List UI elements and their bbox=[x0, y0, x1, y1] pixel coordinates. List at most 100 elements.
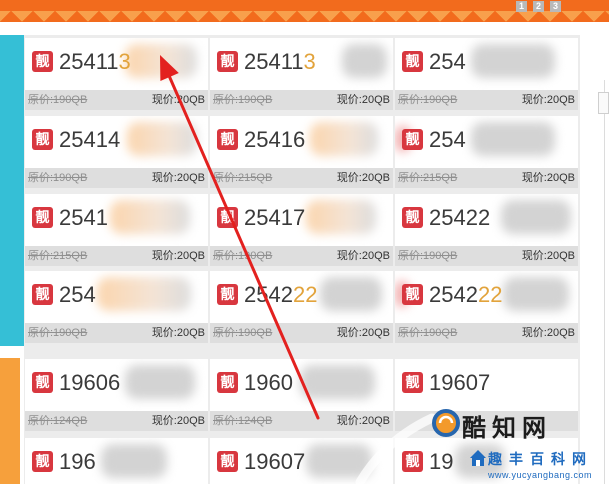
number-highlight-digits: 3 bbox=[303, 49, 316, 74]
original-price: 原价:190QB bbox=[213, 250, 273, 262]
liang-badge: 靓 bbox=[402, 51, 423, 72]
liang-badge: 靓 bbox=[402, 451, 423, 472]
number-listing[interactable]: 靓 254222 原价:190QB 现价:20QB bbox=[395, 271, 578, 343]
number-digits: 2542 bbox=[429, 282, 478, 307]
liang-badge: 靓 bbox=[32, 51, 53, 72]
blurred-digits bbox=[125, 365, 195, 399]
current-price: 现价:20QB bbox=[336, 94, 390, 106]
number-listing[interactable]: 靓 19606 原价:124QB 现价:20QB bbox=[25, 359, 208, 431]
liang-badge: 靓 bbox=[32, 207, 53, 228]
number-digits: 19606 bbox=[59, 370, 121, 395]
price-bar: 原价:190QB 现价:20QB bbox=[25, 323, 208, 343]
blurred-digits bbox=[306, 444, 372, 478]
number-listing[interactable]: 靓 25422 原价:190QB 现价:20QB bbox=[395, 194, 578, 266]
qq-number: 25416 bbox=[244, 127, 305, 153]
number-digits: 254 bbox=[59, 282, 96, 307]
original-price: 原价:190QB bbox=[213, 327, 273, 339]
current-price: 现价:20QB bbox=[151, 250, 205, 262]
number-listing[interactable]: 靓 25417 原价:190QB 现价:20QB bbox=[210, 194, 393, 266]
current-price: 现价:20QB bbox=[151, 172, 205, 184]
number-highlight-digits: 22 bbox=[292, 282, 318, 307]
original-price: 原价:124QB bbox=[213, 415, 273, 427]
number-listing[interactable]: 靓 254222 原价:190QB 现价:20QB bbox=[210, 271, 393, 343]
qq-number: 254 bbox=[59, 282, 96, 308]
number-listing[interactable]: 靓 196 bbox=[25, 438, 208, 484]
liang-badge: 靓 bbox=[217, 51, 238, 72]
original-price: 原价:124QB bbox=[28, 415, 88, 427]
number-digits: 196 bbox=[59, 449, 96, 474]
pager: 1 2 3 bbox=[516, 1, 561, 12]
number-digits: 2542 bbox=[244, 282, 293, 307]
current-price: 现价:20QB bbox=[151, 327, 205, 339]
number-listing[interactable]: 靓 254113 原价:190QB 现价:20QB bbox=[210, 38, 393, 110]
current-price: 现价:20QB bbox=[151, 415, 205, 427]
liang-badge: 靓 bbox=[217, 451, 238, 472]
qq-number: 25417 bbox=[244, 205, 305, 231]
liang-badge: 靓 bbox=[402, 207, 423, 228]
blurred-digits bbox=[101, 444, 167, 478]
number-digits: 19607 bbox=[244, 449, 306, 474]
qq-number: 19 bbox=[429, 449, 453, 475]
number-listing[interactable]: 靓 2541 原价:215QB 现价:20QB bbox=[25, 194, 208, 266]
price-bar: 原价:190QB 现价:20QB bbox=[210, 90, 393, 110]
watermark-brand: 酷知网 bbox=[462, 415, 552, 442]
qq-number: 254 bbox=[429, 127, 466, 153]
blurred-digits bbox=[320, 277, 382, 311]
liang-badge: 靓 bbox=[32, 129, 53, 150]
qq-number: 254 bbox=[429, 49, 466, 75]
number-listing[interactable]: 靓 254 原价:215QB 现价:20QB bbox=[395, 116, 578, 188]
qq-number: 19606 bbox=[59, 370, 120, 396]
category-tab-cyan[interactable] bbox=[0, 35, 24, 346]
blurred-digits bbox=[125, 44, 197, 78]
price-bar: 原价:215QB 现价:20QB bbox=[25, 246, 208, 266]
current-price: 现价:20QB bbox=[521, 327, 575, 339]
number-listing[interactable]: 靓 25414 原价:190QB 现价:20QB bbox=[25, 116, 208, 188]
watermark-url: www.yucyangbang.com bbox=[488, 470, 593, 480]
original-price: 原价:190QB bbox=[28, 327, 88, 339]
qq-number: 254222 bbox=[429, 282, 502, 308]
number-listing[interactable]: 靓 25416 原价:215QB 现价:20QB bbox=[210, 116, 393, 188]
page-1-button[interactable]: 1 bbox=[516, 1, 527, 12]
number-digits: 25417 bbox=[244, 205, 306, 230]
qq-number: 2541 bbox=[59, 205, 108, 231]
original-price: 原价:215QB bbox=[398, 172, 458, 184]
original-price: 原价:190QB bbox=[213, 94, 273, 106]
current-price: 现价:20QB bbox=[521, 250, 575, 262]
number-digits: 25411 bbox=[244, 49, 304, 74]
price-bar: 原价:190QB 现价:20QB bbox=[395, 323, 578, 343]
current-price: 现价:20QB bbox=[336, 172, 390, 184]
liang-badge: 靓 bbox=[32, 372, 53, 393]
page-3-button[interactable]: 3 bbox=[550, 1, 561, 12]
blurred-digits bbox=[501, 200, 571, 234]
price-bar: 原价:124QB 现价:20QB bbox=[25, 411, 208, 431]
number-digits: 19 bbox=[429, 449, 454, 474]
number-digits: 254 bbox=[429, 127, 466, 152]
price-bar: 原价:190QB 现价:20QB bbox=[210, 323, 393, 343]
page-2-button[interactable]: 2 bbox=[533, 1, 544, 12]
number-listing[interactable]: 靓 254 原价:190QB 现价:20QB bbox=[395, 38, 578, 110]
category-tab-orange[interactable] bbox=[0, 358, 20, 484]
current-price: 现价:20QB bbox=[336, 250, 390, 262]
original-price: 原价:190QB bbox=[398, 250, 458, 262]
price-bar: 原价:190QB 现价:20QB bbox=[25, 168, 208, 188]
number-listing[interactable]: 靓 254 原价:190QB 现价:20QB bbox=[25, 271, 208, 343]
qq-number: 254113 bbox=[244, 49, 316, 75]
price-bar: 原价:190QB 现价:20QB bbox=[210, 246, 393, 266]
number-listing[interactable]: 靓 254113 原价:190QB 现价:20QB bbox=[25, 38, 208, 110]
number-listing[interactable]: 靓 19607 bbox=[210, 438, 393, 484]
number-digits: 25414 bbox=[59, 127, 121, 152]
side-panel-edge bbox=[604, 80, 605, 484]
side-panel-box bbox=[598, 92, 609, 114]
number-listing[interactable]: 靓 1960 原价:124QB 现价:20QB bbox=[210, 359, 393, 431]
blurred-digits bbox=[503, 277, 569, 311]
current-price: 现价:20QB bbox=[521, 94, 575, 106]
number-digits: 254 bbox=[429, 49, 466, 74]
blurred-digits bbox=[342, 44, 387, 78]
number-digits: 25416 bbox=[244, 127, 306, 152]
blurred-digits bbox=[110, 200, 190, 234]
original-price: 原价:190QB bbox=[398, 94, 458, 106]
blurred-digits bbox=[300, 365, 375, 399]
price-bar: 原价:190QB 现价:20QB bbox=[395, 90, 578, 110]
current-price: 现价:20QB bbox=[336, 415, 390, 427]
price-bar: 原价:190QB 现价:20QB bbox=[395, 246, 578, 266]
